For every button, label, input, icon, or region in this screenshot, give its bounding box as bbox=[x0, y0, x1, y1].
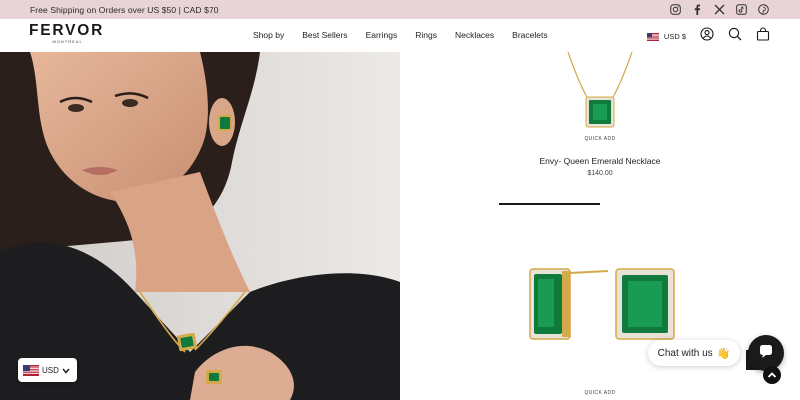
nav-bracelets[interactable]: Bracelets bbox=[512, 30, 547, 40]
quick-add-button[interactable]: QUICK ADD bbox=[400, 136, 800, 142]
logo-subtext: MONTREAL bbox=[52, 39, 83, 44]
announcement-text: Free Shipping on Orders over US $50 | CA… bbox=[30, 4, 219, 15]
hero-image[interactable] bbox=[0, 52, 400, 400]
quick-add-button-2[interactable]: QUICK ADD bbox=[400, 390, 800, 396]
model-photo bbox=[0, 52, 400, 400]
cart-icon[interactable] bbox=[756, 27, 770, 46]
chat-icon bbox=[758, 343, 774, 364]
account-icon[interactable] bbox=[700, 27, 714, 46]
chat-button[interactable] bbox=[748, 335, 784, 371]
chevron-up-icon bbox=[767, 366, 777, 384]
site-header: FERVOR MONTREAL Shop by Best Sellers Ear… bbox=[0, 19, 800, 52]
pinterest-icon[interactable] bbox=[757, 3, 770, 16]
us-flag-icon bbox=[23, 364, 39, 376]
instagram-icon[interactable] bbox=[669, 3, 682, 16]
product-column: QUICK ADD Envy- Queen Emerald Necklace $… bbox=[400, 52, 800, 400]
header-actions: USD $ bbox=[646, 27, 770, 46]
logo[interactable]: FERVOR MONTREAL bbox=[29, 22, 105, 45]
currency-selector[interactable]: USD bbox=[18, 358, 77, 382]
wave-emoji: 👋 bbox=[716, 347, 731, 360]
main-nav: Shop by Best Sellers Earrings Rings Neck… bbox=[253, 30, 548, 40]
nav-rings[interactable]: Rings bbox=[415, 30, 437, 40]
page: Free Shipping on Orders over US $50 | CA… bbox=[0, 0, 800, 400]
nav-shop-by[interactable]: Shop by bbox=[253, 30, 284, 40]
product-image-necklace[interactable] bbox=[540, 52, 660, 132]
social-links bbox=[669, 3, 770, 16]
nav-necklaces[interactable]: Necklaces bbox=[455, 30, 494, 40]
tiktok-icon[interactable] bbox=[735, 3, 748, 16]
product-title[interactable]: Envy- Queen Emerald Necklace bbox=[400, 156, 800, 166]
nav-best-sellers[interactable]: Best Sellers bbox=[302, 30, 347, 40]
x-icon[interactable] bbox=[713, 3, 726, 16]
currency-label: USD $ bbox=[663, 32, 686, 41]
announcement-bar: Free Shipping on Orders over US $50 | CA… bbox=[0, 0, 800, 19]
back-to-top-button[interactable] bbox=[763, 366, 781, 384]
chat-prompt-bubble[interactable]: Chat with us 👋 bbox=[648, 340, 740, 366]
carousel-indicator bbox=[499, 203, 600, 205]
nav-earrings[interactable]: Earrings bbox=[366, 30, 398, 40]
facebook-icon[interactable] bbox=[691, 3, 704, 16]
search-icon[interactable] bbox=[728, 27, 742, 46]
us-flag-icon bbox=[646, 32, 659, 41]
product-price: $140.00 bbox=[587, 170, 613, 177]
currency-value: USD bbox=[42, 365, 59, 375]
currency-selector-header[interactable]: USD $ bbox=[646, 32, 686, 41]
chevron-down-icon bbox=[62, 361, 70, 379]
logo-text: FERVOR bbox=[29, 22, 105, 39]
chat-prompt-text: Chat with us bbox=[657, 347, 713, 359]
